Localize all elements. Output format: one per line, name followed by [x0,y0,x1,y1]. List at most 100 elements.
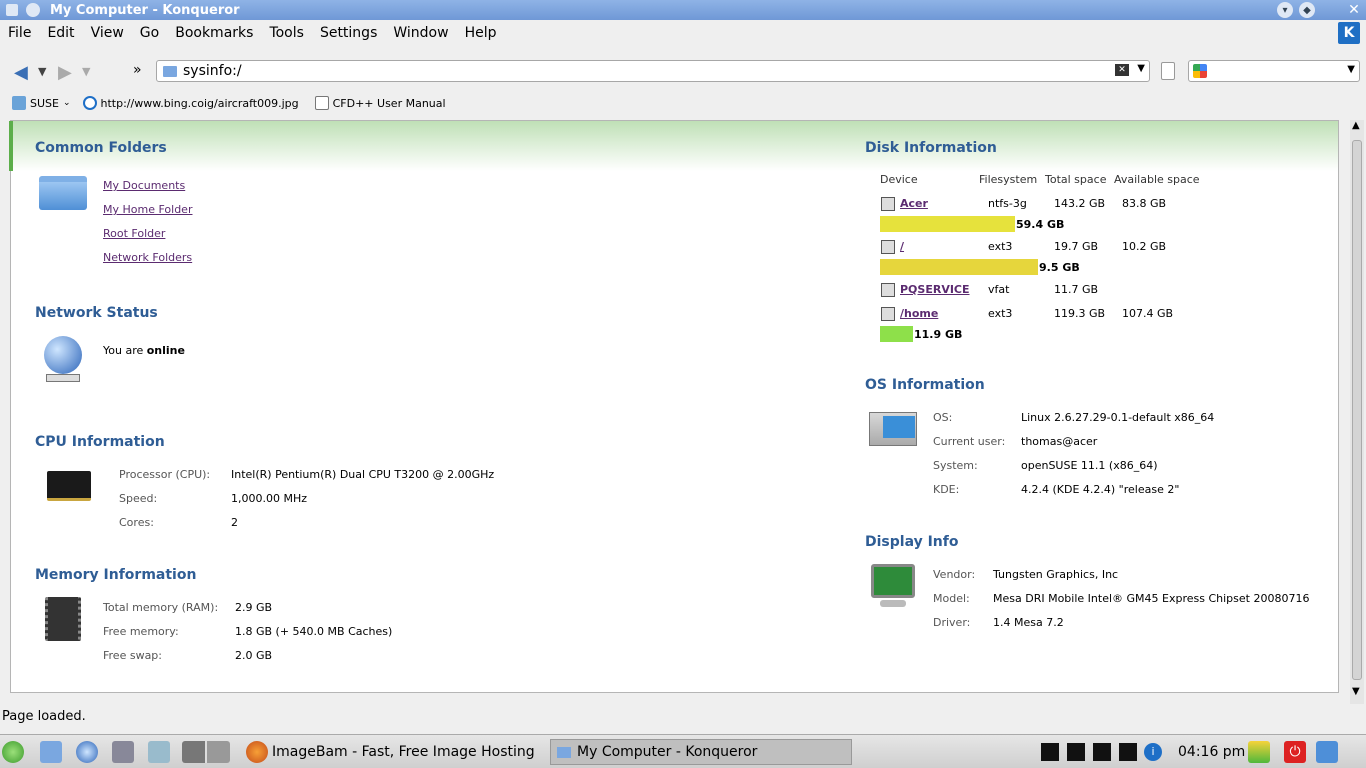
file-manager-icon[interactable] [40,741,62,763]
minimize-button[interactable]: ▾ [1277,2,1293,18]
suse-folder-icon [12,96,26,110]
menu-help[interactable]: Help [457,25,505,41]
task-label: ImageBam - Fast, Free Image Hosting an [272,744,540,760]
tray-box-4[interactable] [1119,743,1137,761]
search-dropdown-icon[interactable]: ▼ [1347,64,1355,75]
menu-bookmarks[interactable]: Bookmarks [167,25,261,41]
cpu-processor-value: Intel(R) Pentium(R) Dual CPU T3200 @ 2.0… [231,468,495,481]
disk-header-total: Total space [1045,173,1107,186]
menu-window[interactable]: Window [385,25,456,41]
memory-info-title: Memory Information [35,567,197,583]
link-my-documents[interactable]: My Documents [103,179,185,192]
bookmarks-bar: SUSE ⌄ http://www.bing.coig/aircraft009.… [0,92,1366,114]
harddisk-icon [881,283,895,297]
disk-fs: ext3 [988,240,1013,253]
disk-avail: 10.2 GB [1122,240,1167,253]
driver-label: Driver: [933,616,971,629]
task-imagebam[interactable]: ImageBam - Fast, Free Image Hosting an [266,739,540,765]
cpu-info-title: CPU Information [35,434,165,450]
disk-device-link[interactable]: / [900,240,904,253]
kickoff-menu-icon[interactable] [2,741,24,763]
disk-header-device: Device [880,173,918,186]
forward-history-icon[interactable]: ▼ [82,65,90,78]
driver-value: 1.4 Mesa 7.2 [993,616,1064,629]
menu-edit[interactable]: Edit [39,25,82,41]
cpu-processor-label: Processor (CPU): [119,468,211,481]
back-history-icon[interactable]: ▼ [38,65,46,78]
window-menu-icon[interactable] [6,4,18,16]
disk-used-label: 9.5 GB [1039,261,1080,274]
swap-free-value: 2.0 GB [235,649,273,662]
monitor-icon [871,564,915,598]
menu-go[interactable]: Go [132,25,167,41]
location-input[interactable]: sysinfo:/ [183,63,242,79]
system-value: openSUSE 11.1 (x86_64) [1021,459,1158,472]
toolbar-overflow[interactable]: » [133,62,142,78]
close-button[interactable]: ✕ [1346,2,1362,18]
cpu-cores-label: Cores: [119,516,154,529]
bookmark-suse[interactable]: SUSE ⌄ [12,96,71,110]
bookmark-page-icon[interactable] [1161,62,1175,80]
link-network-folders[interactable]: Network Folders [103,251,192,264]
disk-avail: 107.4 GB [1122,307,1174,320]
disk-device-link[interactable]: /home [900,307,938,320]
link-root-folder[interactable]: Root Folder [103,227,165,240]
harddisk-icon [881,197,895,211]
bookmark-label: http://www.bing.coig/aircraft009.jpg [100,96,299,110]
disk-total: 119.3 GB [1054,307,1106,320]
link-my-home-folder[interactable]: My Home Folder [103,203,192,216]
header-gradient [11,121,1338,171]
power-icon[interactable]: ⏻ [1284,741,1306,763]
sticky-icon[interactable] [26,3,40,17]
search-engine-icon[interactable] [1193,64,1207,78]
mail-icon[interactable] [148,741,170,763]
menu-tools[interactable]: Tools [261,25,312,41]
disk-device-link[interactable]: PQSERVICE [900,283,970,296]
bookmark-label: CFD++ User Manual [332,96,446,110]
tray-box-1[interactable] [1041,743,1059,761]
network-icon[interactable] [112,741,134,763]
status-bar: Page loaded. [2,709,86,724]
disk-usage-bar [880,216,1015,232]
menu-view[interactable]: View [83,25,132,41]
maximize-button[interactable]: ◆ [1299,2,1315,18]
battery-icon[interactable] [1248,741,1270,763]
disk-info-title: Disk Information [865,140,997,156]
harddisk-icon [881,240,895,254]
info-icon[interactable]: i [1144,743,1162,761]
cpu-speed-label: Speed: [119,492,158,505]
model-value: Mesa DRI Mobile Intel® GM45 Express Chip… [993,592,1310,605]
bookmark-cfd[interactable]: CFD++ User Manual [314,96,446,110]
memory-chip-icon [45,597,81,641]
scroll-up-icon[interactable]: ▲ [1352,120,1360,131]
title-bar: My Computer - Konqueror ▾ ◆ ✕ [0,0,1366,20]
kde-label: KDE: [933,483,960,496]
location-dropdown-icon[interactable]: ▼ [1137,63,1145,74]
disk-header-available: Available space [1114,173,1200,186]
menu-file[interactable]: File [0,25,39,41]
scrollbar-thumb[interactable] [1352,140,1362,680]
location-bar[interactable]: sysinfo:/ ✕ ▼ [156,60,1150,82]
bing-icon [82,96,97,110]
cpu-chip-icon [47,471,91,501]
menu-settings[interactable]: Settings [312,25,385,41]
task-konqueror[interactable]: My Computer - Konqueror [550,739,852,765]
forward-icon[interactable]: ▶ [58,62,72,83]
clock[interactable]: 04:16 pm [1178,744,1245,760]
tray-box-2[interactable] [1067,743,1085,761]
common-folders-title: Common Folders [35,140,167,156]
pager-icon[interactable] [182,741,230,763]
display-info-title: Display Info [865,534,959,550]
back-icon[interactable]: ◀ [14,62,28,83]
bookmark-bing[interactable]: http://www.bing.coig/aircraft009.jpg [82,96,299,110]
disk-total: 11.7 GB [1054,283,1099,296]
tray-box-3[interactable] [1093,743,1111,761]
search-input[interactable]: ▼ [1188,60,1360,82]
vertical-scrollbar[interactable]: ▲ ▼ [1350,120,1364,704]
clear-location-icon[interactable]: ✕ [1115,64,1129,76]
scroll-down-icon[interactable]: ▼ [1352,686,1360,697]
browser-globe-icon[interactable] [76,741,98,763]
disk-device-link[interactable]: Acer [900,197,928,210]
lock-icon[interactable] [1316,741,1338,763]
chevron-down-icon: ⌄ [62,98,71,108]
